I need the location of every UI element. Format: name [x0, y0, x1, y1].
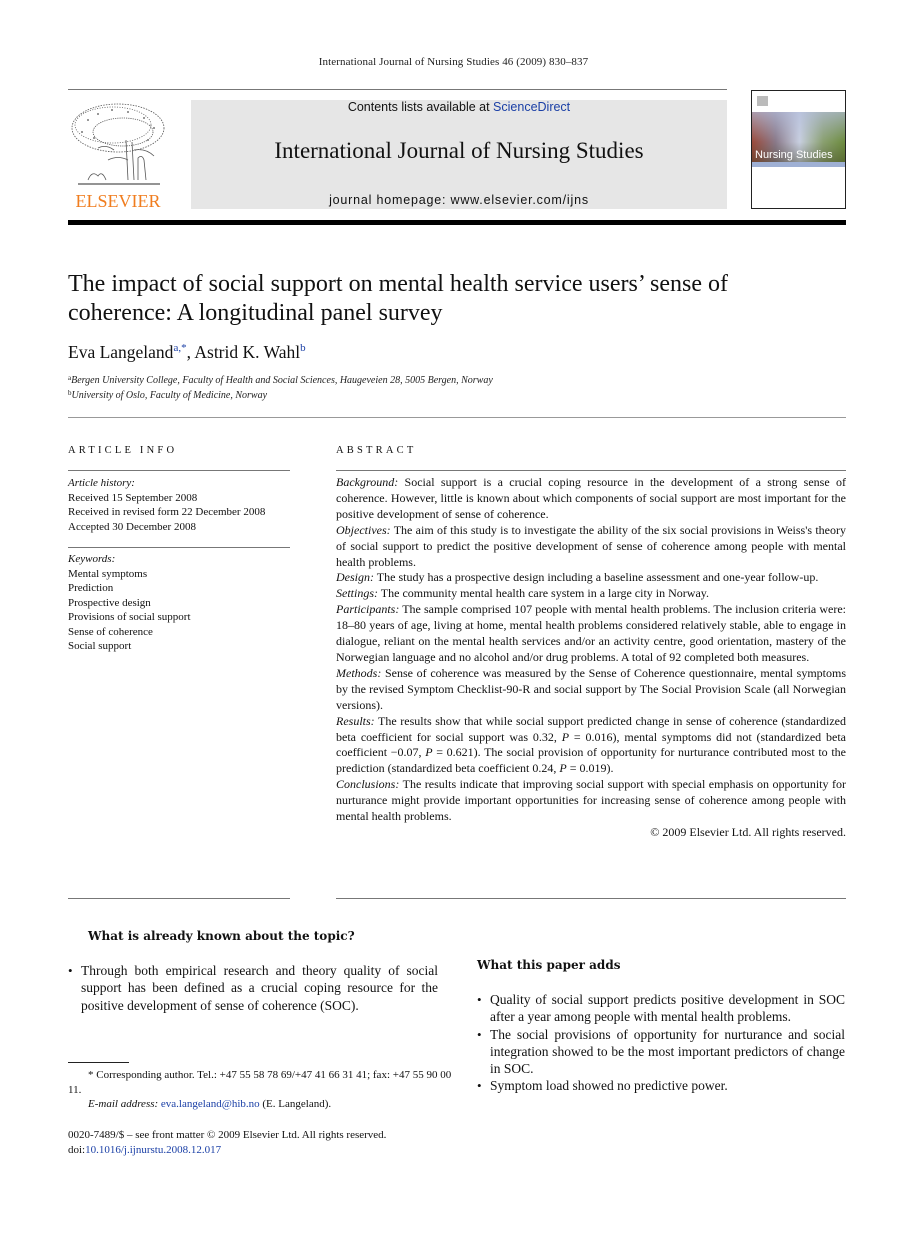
section-label: Objectives:	[336, 522, 391, 537]
doi-line: doi:10.1016/j.ijnurstu.2008.12.017	[68, 1143, 458, 1158]
abstract-settings: Settings: The community mental health ca…	[336, 586, 846, 602]
email-owner: (E. Langeland).	[259, 1098, 332, 1110]
abstract-conclusions: Conclusions: The results indicate that i…	[336, 777, 846, 825]
title-line-1: The impact of social support on mental h…	[68, 271, 729, 297]
author-affiliation-mark[interactable]: a,*	[173, 342, 186, 354]
cover-strip	[752, 162, 845, 167]
list-item: The social provisions of opportunity for…	[477, 1026, 845, 1078]
contents-prefix: Contents lists available at	[347, 100, 494, 114]
section-label: Methods:	[336, 665, 382, 680]
abstract-design: Design: The study has a prospective desi…	[336, 570, 846, 586]
section-label: Results:	[336, 713, 375, 728]
section-label: Conclusions:	[336, 777, 400, 792]
cover-title: Nursing Studies	[755, 149, 833, 161]
keywords: Keywords: Mental symptoms Prediction Pro…	[68, 552, 293, 654]
abstract-copyright: © 2009 Elsevier Ltd. All rights reserved…	[650, 824, 846, 839]
keyword: Social support	[68, 640, 132, 652]
title-line-2: coherence: A longitudinal panel survey	[68, 300, 443, 326]
keyword: Prediction	[68, 582, 114, 594]
journal-homepage[interactable]: journal homepage: www.elsevier.com/ijns	[191, 193, 727, 207]
keyword: Mental symptoms	[68, 567, 148, 580]
author-name: Eva Langeland	[68, 342, 174, 362]
section-text: = 0.019).	[566, 761, 614, 776]
email-link[interactable]: eva.langeland@hib.no	[161, 1098, 260, 1110]
adds-box-heading: What this paper adds	[477, 958, 621, 972]
email-note: E-mail address: eva.langeland@hib.no (E.…	[68, 1097, 458, 1112]
sciencedirect-link[interactable]: ScienceDirect	[493, 100, 570, 114]
author-name: Astrid K. Wahl	[194, 342, 301, 362]
abstract-background: Background: Social support is a crucial …	[336, 475, 846, 523]
keyword: Sense of coherence	[68, 625, 153, 638]
affiliation-text: Bergen University College, Faculty of He…	[71, 375, 493, 386]
p-symbol: P	[561, 729, 570, 744]
abstract-bottom-rule	[336, 898, 846, 899]
doi-prefix: doi:	[68, 1144, 86, 1156]
keywords-label: Keywords:	[68, 553, 116, 565]
keyword: Provisions of social support	[68, 611, 191, 623]
list-item: Quality of social support predicts posit…	[477, 991, 845, 1026]
title-divider	[68, 417, 846, 418]
p-symbol: P	[559, 761, 567, 776]
author-list: Eva Langelanda,*, Astrid K. Wahlb	[68, 342, 306, 363]
affiliation: bUniversity of Oslo, Faculty of Medicine…	[68, 389, 267, 401]
journal-name: International Journal of Nursing Studies	[274, 138, 644, 163]
keywords-rule	[68, 547, 290, 548]
abstract-body: Background: Social support is a crucial …	[336, 475, 846, 841]
running-head: International Journal of Nursing Studies…	[318, 56, 589, 68]
section-text: Social support is a crucial coping resou…	[336, 475, 846, 521]
article-history: Article history: Received 15 September 2…	[68, 476, 293, 534]
section-label: Background:	[336, 475, 399, 489]
doi-link[interactable]: 10.1016/j.ijnurstu.2008.12.017	[85, 1144, 221, 1156]
history-item: Received in revised form 22 December 200…	[68, 506, 266, 518]
list-item: Symptom load showed no predictive power.	[477, 1077, 845, 1095]
cover-publisher-icon	[757, 96, 768, 106]
section-text: The study has a prospective design inclu…	[374, 570, 819, 585]
abstract-results: Results: The results show that while soc…	[336, 714, 846, 778]
list-item: Through both empirical research and theo…	[68, 962, 438, 1014]
article-title: The impact of social support on mental h…	[68, 270, 848, 328]
footnote-rule	[68, 1062, 129, 1063]
corresponding-author-note: * Corresponding author. Tel.: +47 55 58 …	[68, 1068, 458, 1097]
section-text: The results indicate that improving soci…	[336, 777, 846, 824]
abstract-methods: Methods: Sense of coherence was measured…	[336, 666, 846, 714]
keyword: Prospective design	[68, 596, 151, 609]
author-affiliation-mark[interactable]: b	[300, 342, 306, 354]
abstract-rule	[336, 470, 846, 471]
abstract-participants: Participants: The sample comprised 107 p…	[336, 602, 846, 666]
header-thick-rule	[68, 220, 846, 225]
article-history-label: Article history:	[68, 477, 135, 489]
elsevier-wordmark: ELSEVIER	[75, 191, 161, 211]
p-symbol: P	[425, 745, 433, 760]
section-text: The community mental health care system …	[378, 586, 710, 601]
abstract-objectives: Objectives: The aim of this study is to …	[336, 523, 846, 571]
front-matter-note: 0020-7489/$ – see front matter © 2009 El…	[68, 1129, 387, 1141]
affiliation: aBergen University College, Faculty of H…	[68, 374, 493, 386]
email-label: E-mail address:	[88, 1098, 159, 1110]
affiliation-text: University of Oslo, Faculty of Medicine,…	[71, 390, 268, 401]
section-label: Settings:	[336, 586, 378, 601]
section-text: The aim of this study is to investigate …	[336, 522, 846, 569]
contents-line: Contents lists available at ScienceDirec…	[191, 100, 727, 114]
journal-cover-thumbnail: Nursing Studies	[751, 90, 846, 209]
header-top-rule	[68, 89, 727, 90]
footnote-text: Corresponding author. Tel.: +47 55 58 78…	[68, 1069, 452, 1096]
section-label: Design:	[336, 570, 374, 585]
section-label: Participants:	[336, 602, 400, 617]
article-info-heading: ARTICLE INFO	[68, 445, 178, 456]
article-info-rule	[68, 470, 290, 471]
section-text: The sample comprised 107 people with men…	[336, 602, 846, 664]
history-item: Accepted 30 December 2008	[68, 520, 196, 533]
abstract-heading: ABSTRACT	[336, 445, 417, 456]
history-item: Received 15 September 2008	[68, 491, 198, 504]
known-box-list: Through both empirical research and theo…	[68, 962, 438, 1014]
section-text: Sense of coherence was measured by the S…	[336, 665, 846, 712]
article-info-bottom-rule	[68, 898, 290, 899]
known-box-heading: What is already known about the topic?	[88, 929, 355, 943]
adds-box-list: Quality of social support predicts posit…	[477, 991, 845, 1095]
